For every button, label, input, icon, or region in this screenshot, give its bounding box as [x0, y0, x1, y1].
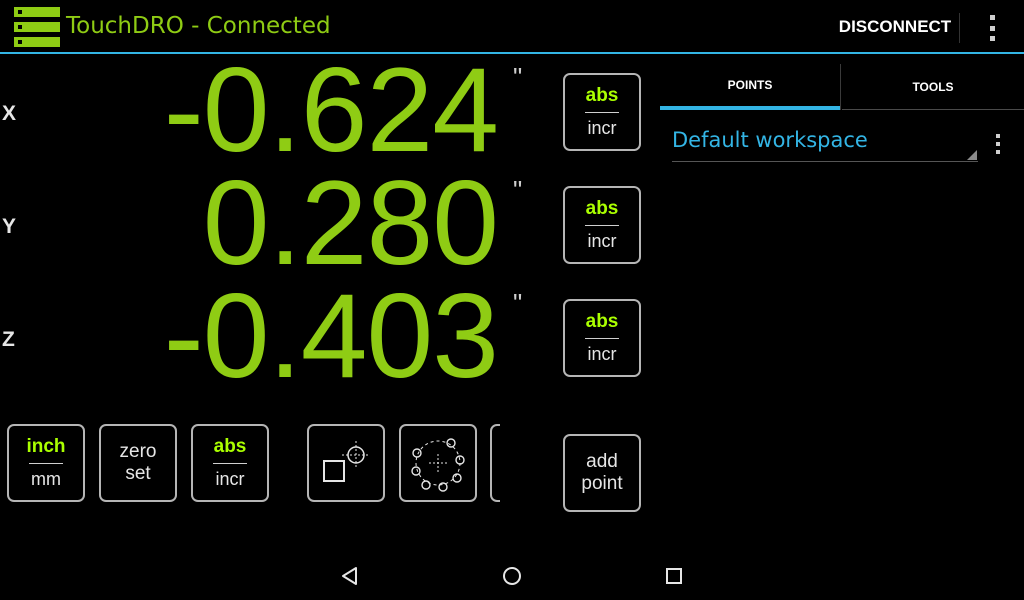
- home-icon: [503, 567, 521, 585]
- workspace-overflow-icon[interactable]: [995, 134, 1001, 154]
- axis-y-mode-button[interactable]: abs incr: [563, 186, 641, 264]
- mode-incr-label: incr: [587, 231, 617, 251]
- global-mode-button[interactable]: abs incr: [191, 424, 269, 502]
- axis-x-mode-button[interactable]: abs incr: [563, 73, 641, 151]
- units-toggle-button[interactable]: inch mm: [7, 424, 85, 502]
- action-bar: TouchDRO - Connected DISCONNECT: [0, 0, 1024, 54]
- tab-points[interactable]: POINTS: [660, 64, 840, 110]
- axis-unit-z: ": [513, 288, 523, 318]
- overflow-menu-icon[interactable]: [988, 15, 996, 41]
- axis-unit-x: ": [513, 62, 523, 92]
- action-bar-divider: [959, 13, 960, 43]
- zero-set-button[interactable]: zero set: [99, 424, 177, 502]
- axis-readout-y[interactable]: 0.280: [0, 163, 499, 283]
- toolbar-scroll-clip: [490, 424, 500, 502]
- back-icon: [342, 567, 357, 585]
- home-button[interactable]: [492, 560, 532, 592]
- mode-divider: [585, 112, 619, 113]
- bolt-circle-icon: [411, 438, 465, 492]
- mode-incr-label: incr: [215, 469, 245, 489]
- mode-incr-label: incr: [587, 118, 617, 138]
- mode-divider: [213, 463, 247, 464]
- workspace-dropdown[interactable]: Default workspace: [672, 128, 978, 162]
- units-inch-label: inch: [26, 436, 66, 457]
- mode-abs-label: abs: [585, 311, 619, 332]
- zero-set-line2: set: [125, 463, 151, 484]
- add-point-line1: add: [586, 451, 618, 472]
- back-button[interactable]: [330, 560, 370, 592]
- datum-offset-icon: [323, 441, 370, 482]
- add-point-line2: point: [581, 473, 623, 494]
- add-point-button[interactable]: add point: [563, 434, 641, 512]
- axis-z-mode-button[interactable]: abs incr: [563, 299, 641, 377]
- recents-button[interactable]: [654, 560, 694, 592]
- mode-incr-label: incr: [587, 344, 617, 364]
- more-tools-button[interactable]: [490, 424, 500, 502]
- tab-divider: [840, 64, 841, 110]
- app-title: TouchDRO - Connected: [66, 13, 331, 39]
- mode-abs-label: abs: [585, 85, 619, 106]
- mode-divider: [585, 338, 619, 339]
- datum-offset-button[interactable]: [307, 424, 385, 502]
- units-mm-label: mm: [31, 469, 61, 489]
- mode-abs-label: abs: [213, 436, 247, 457]
- axis-readout-z[interactable]: -0.403: [0, 276, 499, 396]
- tab-tools[interactable]: TOOLS: [842, 64, 1024, 110]
- mode-divider: [585, 225, 619, 226]
- bolt-circle-button[interactable]: [399, 424, 477, 502]
- app-logo-icon: [14, 7, 60, 47]
- workspace-selected-value: Default workspace: [672, 128, 868, 152]
- zero-set-line1: zero: [119, 441, 157, 462]
- dropdown-corner-icon: [967, 150, 977, 160]
- disconnect-button[interactable]: DISCONNECT: [830, 0, 960, 54]
- recents-icon: [666, 568, 682, 584]
- axis-unit-y: ": [513, 175, 523, 205]
- units-divider: [29, 463, 63, 464]
- mode-abs-label: abs: [585, 198, 619, 219]
- axis-readout-x[interactable]: -0.624: [0, 50, 499, 170]
